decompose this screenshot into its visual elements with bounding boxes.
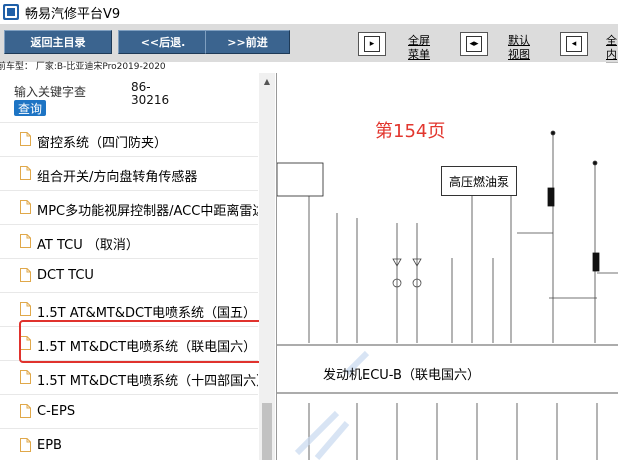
list-item-label: 1.5T MT&DCT电喷系统（十四部国六） — [37, 374, 258, 389]
list-item-label: DCT TCU — [37, 268, 94, 283]
list-item-label: AT TCU （取消） — [37, 238, 139, 253]
content-view-label-line1: 全 — [606, 34, 617, 47]
fullscreen-label-line1: 全屏 — [408, 34, 430, 47]
document-icon — [20, 166, 31, 180]
list-item-label: MPC多功能视屏控制器/ACC中距离雷达 — [37, 204, 258, 219]
list-item[interactable]: DCT TCU — [0, 258, 258, 292]
window-title: 畅易汽修平台V9 — [25, 6, 121, 22]
default-view-label-line1: 默认 — [508, 34, 530, 47]
list-item-label: 组合开关/方向盘转角传感器 — [37, 170, 198, 185]
tree-list: 窗控系统（四门防夹） 组合开关/方向盘转角传感器 MPC多功能视屏控制器/ACC… — [0, 122, 258, 462]
list-item[interactable]: EPB — [0, 428, 258, 462]
selection-highlight-box — [19, 320, 268, 363]
vertical-scrollbar[interactable]: ▲ — [259, 73, 275, 460]
fullscreen-label-line2: 菜单 — [408, 48, 430, 61]
search-code-line2: 30216 — [131, 93, 170, 107]
wiring-diagram-drawing — [277, 130, 618, 460]
scroll-up-arrow-icon[interactable]: ▲ — [259, 73, 275, 89]
list-item[interactable]: AT TCU （取消） — [0, 224, 258, 258]
content-view-icon[interactable]: ◂ — [560, 32, 588, 56]
high-pressure-fuel-pump-box: 高压燃油泵 — [441, 166, 517, 196]
content-view-label-line2: 内 — [606, 48, 617, 61]
default-view-label-line2: 视图 — [508, 48, 530, 61]
document-icon — [20, 268, 31, 282]
current-vehicle-bar: 当前车型： 厂家:B-比亚迪宋Pro2019-2020 — [0, 62, 606, 73]
back-to-main-button[interactable]: 返回主目录 — [4, 30, 112, 54]
document-icon — [20, 302, 31, 316]
fullscreen-menu-icon[interactable]: ▸ — [358, 32, 386, 56]
content-view-link[interactable]: 全 内 — [606, 34, 617, 62]
list-item-label: C-EPS — [37, 404, 76, 419]
list-item[interactable]: 1.5T MT&DCT电喷系统（十四部国六） — [0, 360, 258, 394]
default-view-link[interactable]: 默认 视图 — [508, 34, 530, 62]
search-label[interactable]: 输入关键字查 — [14, 83, 86, 100]
ecu-label: 发动机ECU-B（联电国六） — [323, 368, 480, 383]
title-bar: 畅易汽修平台V9 — [0, 0, 618, 25]
list-item-label: 1.5T AT&MT&DCT电喷系统（国五） — [37, 306, 257, 321]
document-icon — [20, 370, 31, 384]
document-icon — [20, 132, 31, 146]
search-button[interactable]: 查询 — [14, 100, 46, 116]
list-item[interactable]: C-EPS — [0, 394, 258, 428]
page-number-label: 第154页 — [375, 121, 446, 142]
document-icon — [20, 200, 31, 214]
toolbar: 返回主目录 <<后退. >>前进 ▸ 全屏 菜单 ◂▸ 默认 视图 ◂ 全 内 — [0, 24, 618, 63]
list-item[interactable]: 窗控系统（四门防夹） — [0, 122, 258, 156]
scrollbar-thumb[interactable] — [262, 403, 272, 460]
fullscreen-menu-link[interactable]: 全屏 菜单 — [408, 34, 430, 62]
back-button[interactable]: <<后退. — [118, 30, 208, 54]
list-item[interactable]: MPC多功能视屏控制器/ACC中距离雷达 — [0, 190, 258, 224]
search-code: 86- 30216 — [131, 81, 169, 107]
list-item[interactable]: 组合开关/方向盘转角传感器 — [0, 156, 258, 190]
document-icon — [20, 234, 31, 248]
left-panel: 输入关键字查 86- 30216 查询 窗控系统（四门防夹） 组合开关/方向盘转… — [0, 73, 277, 460]
forward-button[interactable]: >>前进 — [205, 30, 290, 54]
app-logo-icon — [3, 4, 19, 20]
document-icon — [20, 438, 31, 452]
list-item-label: 窗控系统（四门防夹） — [37, 136, 168, 151]
list-item-label: EPB — [37, 438, 62, 453]
default-view-icon[interactable]: ◂▸ — [460, 32, 488, 56]
document-icon — [20, 404, 31, 418]
wiring-diagram-panel: 第154页 高压燃油泵 发动机ECU-B（联电国六） — [277, 73, 618, 460]
